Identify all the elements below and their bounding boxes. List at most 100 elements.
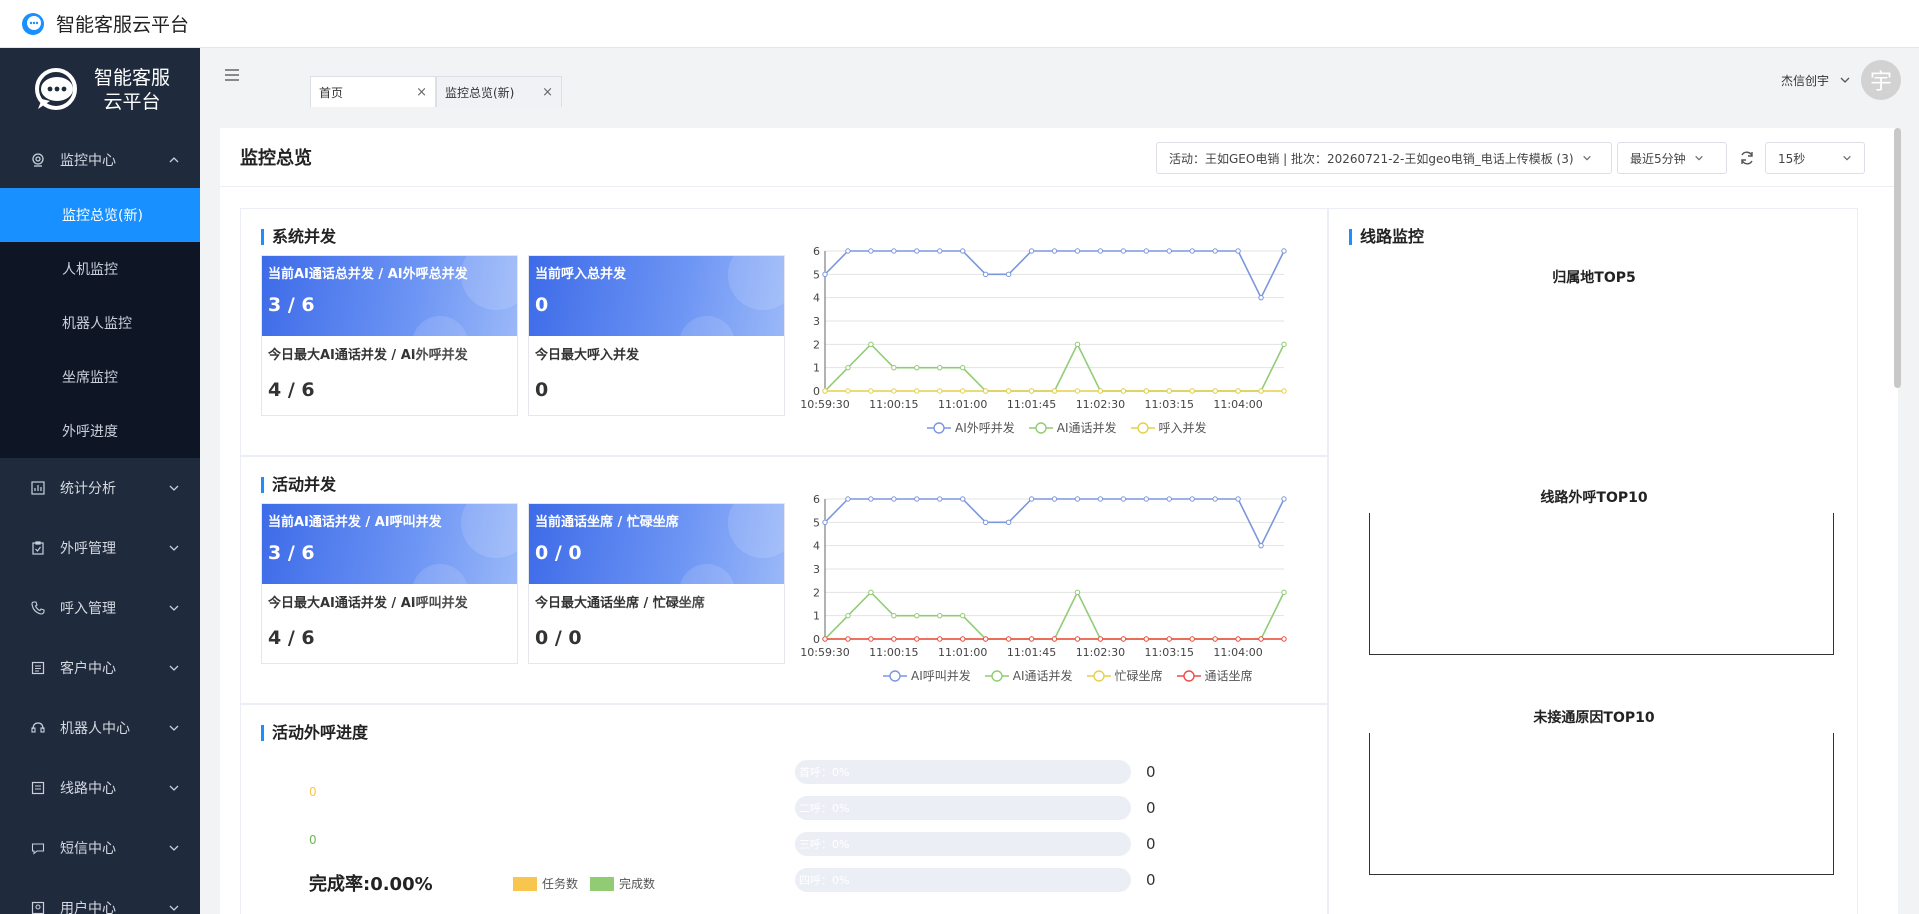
data-point [960,364,966,371]
card-value: 3 / 6 [268,542,315,564]
section-title: 活动外呼进度 [261,725,368,741]
data-point [845,364,851,371]
sidebar-item-robot[interactable]: 机器人中心 [0,698,200,758]
data-point [868,388,874,394]
message-icon [30,840,46,856]
data-point [914,364,920,371]
data-point [1258,636,1264,642]
menu-toggle-icon[interactable] [224,68,240,82]
data-point [845,496,851,502]
x-tick-label: 11:01:45 [1007,398,1056,411]
card-sub-value: 0 [535,379,549,401]
data-point [982,519,989,526]
sidebar-item-statistics[interactable]: 统计分析 [0,458,200,518]
tab-bar: 首页 × 监控总览(新) × [310,76,562,107]
data-point [1258,294,1264,301]
y-tick-label: 0 [813,385,820,398]
refresh-interval-select[interactable]: 15秒 [1765,142,1865,174]
sidebar-sub-overview[interactable]: 监控总览(新) [0,188,200,242]
data-point [1166,388,1172,394]
unanswered-reason-top10-title: 未接通原因TOP10 [1533,710,1655,726]
card-value: 3 / 6 [268,294,315,316]
time-range-select[interactable]: 最近5分钟 [1617,142,1727,174]
data-point [1028,388,1035,394]
card-label: 当前AI通话总并发 / AI外呼总并发 [268,267,468,282]
data-point [891,496,897,502]
progress-bar-third-call: 三呼：0% [795,832,1131,856]
card-sub-value: 4 / 6 [268,627,315,649]
data-point [822,388,828,394]
chevron-down-icon [169,905,179,911]
legend-item[interactable]: AI通话并发 [1028,419,1117,436]
data-point [1074,248,1081,254]
sidebar-item-route[interactable]: 线路中心 [0,758,200,818]
data-point [1281,589,1287,596]
close-icon[interactable]: × [542,85,553,100]
avatar[interactable]: 宇 [1861,60,1901,100]
data-point [914,636,920,642]
brand-logo-icon [34,68,77,110]
data-point [1143,636,1149,642]
data-point [1074,636,1081,642]
progress-legend: 任务数 完成数 [513,875,655,892]
monitor-submenu: 监控总览(新) 人机监控 机器人监控 坐席监控 外呼进度 [0,188,200,458]
legend-item: 任务数 [513,875,578,892]
sidebar-sub-robot[interactable]: 机器人监控 [0,296,200,350]
task-count-value: 0 [309,785,317,799]
close-icon[interactable]: × [416,85,427,100]
section-title: 线路监控 [1349,229,1424,245]
data-point [1143,388,1149,394]
legend-item[interactable]: AI外呼并发 [927,419,1015,436]
sidebar-item-sms[interactable]: 短信中心 [0,818,200,878]
page-header: 监控总览 活动：王如GEO电销 | 批次：20260721-2-王如geo电销_… [220,128,1898,187]
sidebar-sub-outbound-progress[interactable]: 外呼进度 [0,404,200,458]
sidebar-item-user[interactable]: 用户中心 [0,878,200,914]
data-point [937,248,943,254]
page-scrollbar[interactable] [1894,128,1901,388]
data-point [1189,636,1195,642]
x-tick-label: 11:01:00 [938,646,987,659]
activity-select[interactable]: 活动：王如GEO电销 | 批次：20260721-2-王如geo电销_电话上传模… [1156,142,1612,174]
sidebar-item-inbound[interactable]: 呼入管理 [0,578,200,638]
app-title: 智能客服云平台 [56,14,190,36]
sidebar-sub-agent[interactable]: 坐席监控 [0,350,200,404]
sidebar-item-monitor[interactable]: 监控中心 [0,132,200,188]
data-point [937,496,943,502]
card-decoration [412,564,468,620]
sidebar-item-customer[interactable]: 客户中心 [0,638,200,698]
tab-monitor-overview[interactable]: 监控总览(新) × [436,76,562,107]
tab-home[interactable]: 首页 × [310,76,436,107]
activity-ai-concurrency-card: 当前AI通话并发 / AI呼叫并发 3 / 6 今日最大AI通话并发 / AI呼… [261,503,518,664]
legend-item[interactable]: 忙碌坐席 [1086,667,1163,684]
sidebar-item-outbound[interactable]: 外呼管理 [0,518,200,578]
data-point [868,496,874,502]
chevron-down-icon [1582,155,1591,161]
progress-bar-second-call: 二呼：0% [795,796,1131,820]
card-value: 0 / 0 [535,542,582,564]
brand-line2: 云平台 [103,91,161,113]
sidebar-sub-human-machine[interactable]: 人机监控 [0,242,200,296]
x-tick-label: 11:00:15 [869,398,918,411]
refresh-icon[interactable] [1739,150,1755,166]
chevron-up-icon [169,157,179,163]
legend-item[interactable]: 通话坐席 [1176,667,1253,684]
chart-legend: AI外呼并发 AI通话并发 呼入并发 [927,419,1207,436]
data-point [1235,388,1241,394]
data-point [1212,248,1218,254]
data-point [960,496,966,502]
data-point [1051,496,1058,502]
x-tick-label: 11:01:45 [1007,646,1056,659]
data-point [937,388,943,394]
user-menu[interactable]: 杰信创宇 宇 [1781,60,1901,100]
legend-item[interactable]: AI呼叫并发 [883,667,971,684]
data-point [937,612,943,619]
legend-item[interactable]: 呼入并发 [1130,419,1207,436]
data-point [1051,248,1058,254]
legend-item[interactable]: AI通话并发 [984,667,1073,684]
page-title: 监控总览 [240,148,312,169]
progress-bar-value: 0 [1146,871,1156,889]
card-label: 当前呼入总并发 [535,267,627,282]
x-tick-label: 11:00:15 [869,646,918,659]
x-tick-label: 11:02:30 [1076,398,1125,411]
card-sub-label: 今日最大AI通话并发 / AI外呼并发 [268,348,468,363]
